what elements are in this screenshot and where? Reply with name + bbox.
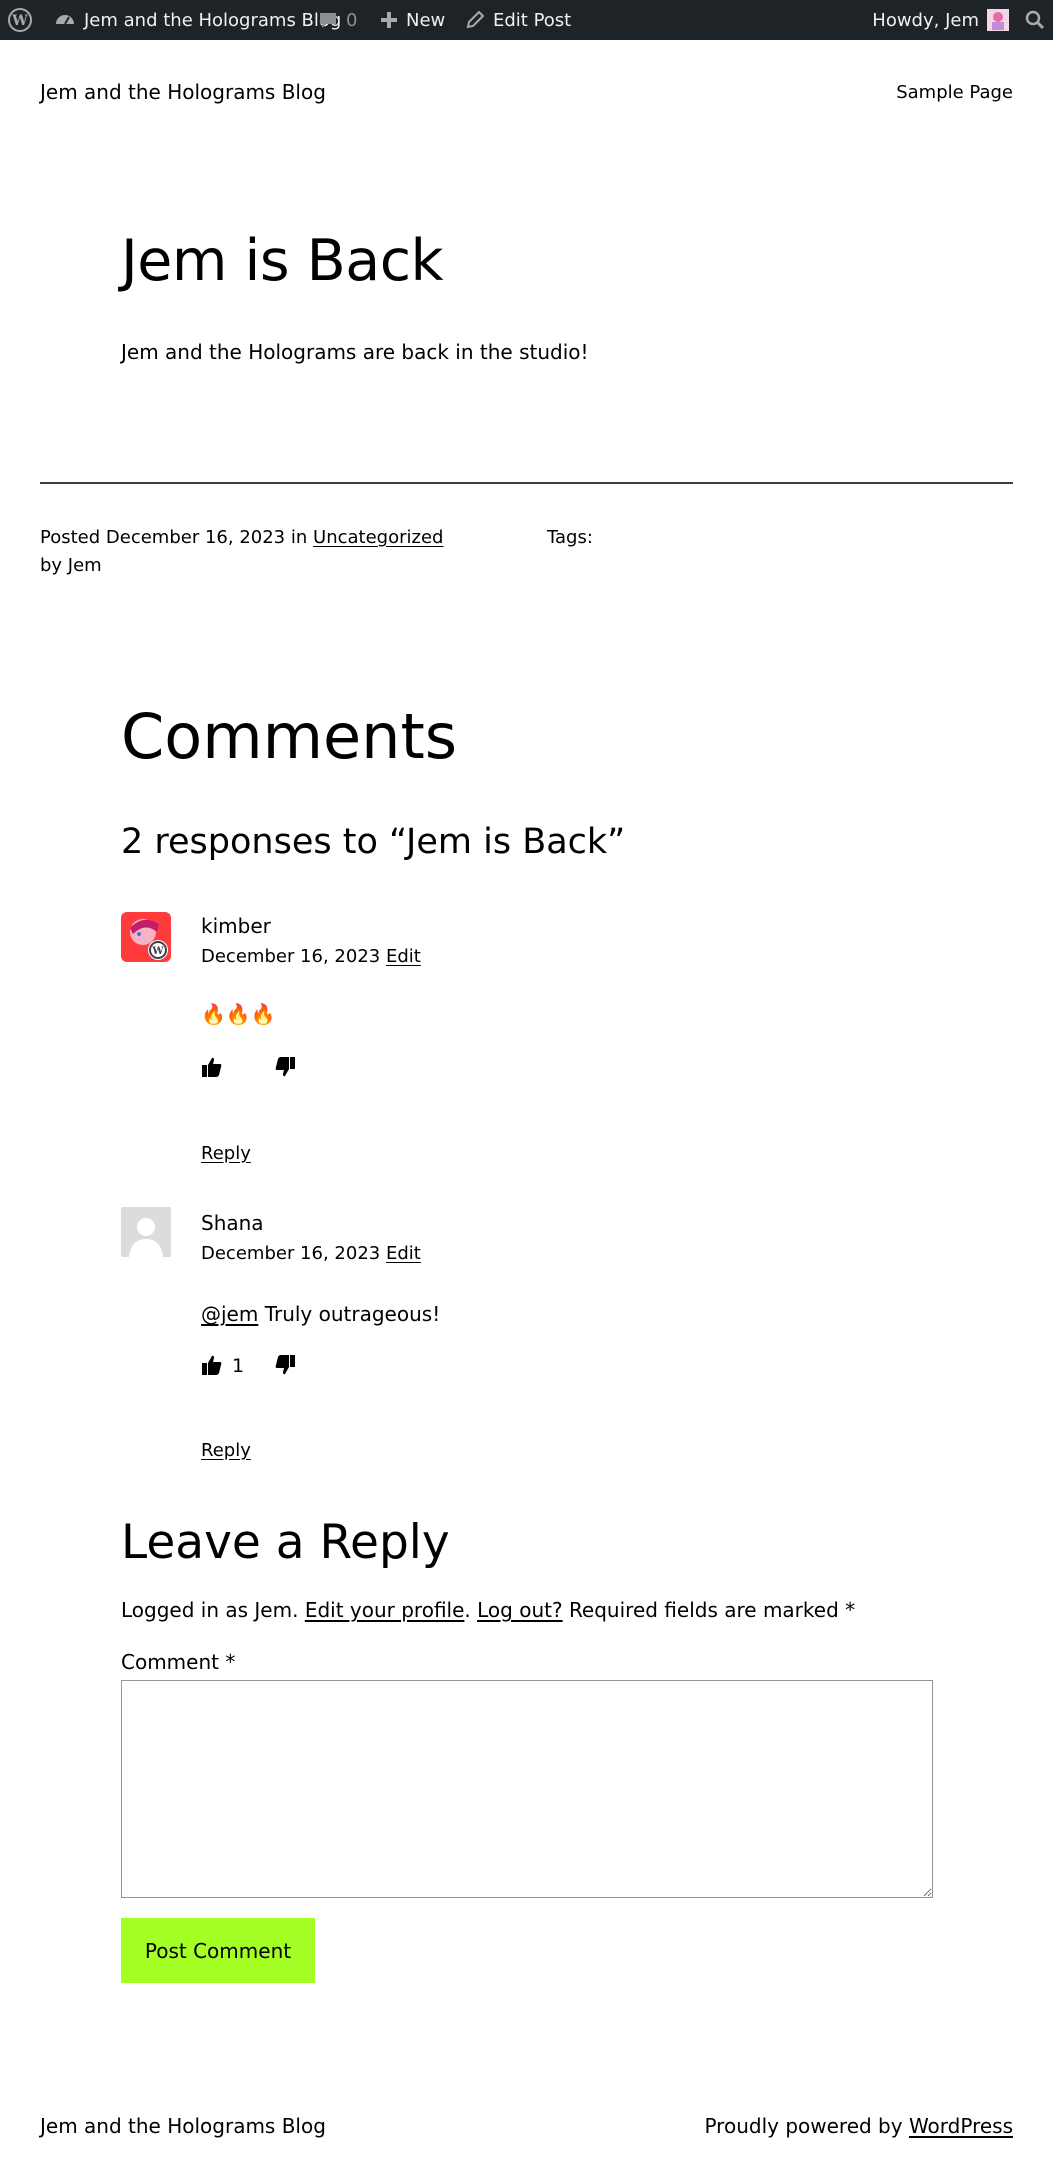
wordpress-link[interactable]: WordPress: [909, 2114, 1013, 2138]
separator: [40, 482, 1013, 484]
comment-reply-link[interactable]: Reply: [201, 1440, 251, 1461]
plus-icon: [380, 11, 398, 29]
category-link[interactable]: Uncategorized: [313, 527, 443, 548]
post-title: Jem is Back: [121, 228, 444, 294]
log-out-link[interactable]: Log out?: [477, 1598, 562, 1622]
adminbar-edit-post-label: Edit Post: [493, 9, 572, 31]
logged-in-note: Logged in as Jem. Edit your profile. Log…: [121, 1598, 856, 1622]
comment-edit-link[interactable]: Edit: [386, 1243, 421, 1264]
kimber-avatar-icon: W: [121, 912, 171, 962]
logged-in-prefix: Logged in as Jem.: [121, 1598, 299, 1622]
required-star: *: [845, 1598, 856, 1622]
post-author: by Jem: [40, 555, 102, 576]
powered-prefix: Proudly powered by: [704, 2114, 903, 2138]
comment-textarea[interactable]: [121, 1680, 933, 1898]
comment-body: 🔥🔥🔥: [201, 1002, 276, 1026]
svg-text:W: W: [151, 946, 164, 957]
edit-profile-link[interactable]: Edit your profile: [305, 1598, 465, 1622]
dashboard-icon: [54, 9, 76, 31]
pencil-icon: [465, 10, 485, 30]
comment-edit-link[interactable]: Edit: [386, 946, 421, 967]
default-avatar-icon: [121, 1207, 171, 1257]
post-tags-label: Tags:: [547, 527, 593, 548]
admin-bar: W Jem and the Holograms Blog 0 New Edit …: [0, 0, 1053, 40]
mention-link[interactable]: @jem: [201, 1302, 258, 1326]
post-comment-button[interactable]: Post Comment: [121, 1918, 315, 1983]
site-title[interactable]: Jem and the Holograms Blog: [40, 80, 326, 104]
comment-date: December 16, 2023: [201, 946, 381, 967]
adminbar-comments[interactable]: 0: [318, 0, 357, 40]
adminbar-howdy: Howdy, Jem: [872, 9, 979, 31]
search-icon[interactable]: [1025, 0, 1045, 40]
adminbar-new-label: New: [406, 9, 446, 31]
footer-site-title[interactable]: Jem and the Holograms Blog: [40, 2114, 326, 2138]
adminbar-site-link[interactable]: Jem and the Holograms Blog: [54, 0, 341, 40]
adminbar-edit-post[interactable]: Edit Post: [465, 0, 571, 40]
adminbar-comments-count: 0: [346, 9, 358, 31]
adminbar-account[interactable]: Howdy, Jem: [872, 0, 1009, 40]
comment-reply-link[interactable]: Reply: [201, 1143, 251, 1164]
posted-prefix: Posted: [40, 527, 101, 548]
comment-author: kimber: [201, 914, 271, 938]
comment-author: Shana: [201, 1211, 264, 1235]
nav-sample-page[interactable]: Sample Page: [896, 82, 1013, 103]
responses-heading: 2 responses to “Jem is Back”: [121, 822, 626, 862]
post-meta-posted: Posted December 16, 2023 in Uncategorize…: [40, 527, 443, 548]
svg-text:W: W: [11, 13, 28, 29]
post-date: December 16, 2023: [105, 527, 286, 548]
thumbs-up-icon[interactable]: [201, 1354, 225, 1378]
reply-heading: Leave a Reply: [121, 1515, 450, 1570]
comment-bubble-icon: [318, 10, 338, 30]
wordpress-logo-icon[interactable]: W: [8, 0, 32, 40]
footer-powered-by: Proudly powered by WordPress: [704, 2114, 1013, 2138]
comment-text: Truly outrageous!: [258, 1302, 441, 1326]
comment-body: @jem Truly outrageous!: [201, 1302, 440, 1326]
post-excerpt: Jem and the Holograms are back in the st…: [121, 340, 589, 364]
adminbar-site-name: Jem and the Holograms Blog: [84, 9, 342, 31]
comment-label: Comment *: [121, 1650, 235, 1674]
required-note: Required fields are marked: [568, 1598, 839, 1622]
comment-label-text: Comment: [121, 1650, 219, 1674]
in-word: in: [290, 527, 308, 548]
required-star: *: [225, 1650, 236, 1674]
user-avatar-icon: [987, 9, 1009, 31]
thumbs-up-icon[interactable]: [201, 1056, 225, 1080]
like-count: 1: [232, 1355, 245, 1377]
comment-date: December 16, 2023: [201, 1243, 381, 1264]
adminbar-new[interactable]: New: [380, 0, 445, 40]
thumbs-down-icon[interactable]: [274, 1354, 298, 1378]
thumbs-down-icon[interactable]: [274, 1056, 298, 1080]
comments-heading: Comments: [121, 700, 458, 773]
